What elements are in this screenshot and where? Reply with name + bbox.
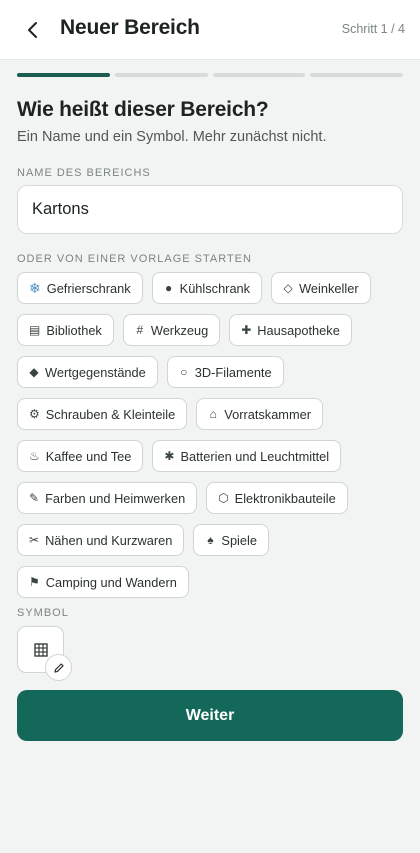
- app-header: Neuer Bereich Schritt 1 / 4: [0, 0, 420, 60]
- symbol-label: SYMBOL: [17, 607, 69, 619]
- diamond-outline-icon: ◇: [283, 281, 293, 295]
- template-chip[interactable]: ◇ Weinkeller: [271, 272, 371, 304]
- template-chip[interactable]: ✱ Batterien und Leuchtmittel: [152, 440, 342, 472]
- snowflake-icon: ❄: [29, 279, 41, 296]
- back-button[interactable]: [18, 16, 48, 44]
- dot-icon: ●: [165, 281, 173, 295]
- template-chip-list: ❄ Gefrierschrank ● Kühlschrank ◇ Weinkeller ▤ B…: [17, 272, 407, 598]
- template-chip-label: Farben und Heimwerken: [45, 490, 186, 506]
- question-title: Wie heißt dieser Bereich?: [17, 98, 269, 121]
- spade-icon: ♠: [207, 533, 214, 547]
- progress-segment: [17, 73, 110, 77]
- template-chip[interactable]: ○ 3D-Filamente: [166, 356, 284, 388]
- progress-segment: [114, 73, 208, 77]
- template-chip[interactable]: ✎ Farben und Heimwerken: [17, 482, 198, 514]
- template-chip-label: Schrauben & Kleinteile: [45, 406, 176, 422]
- template-chip-label: Gefrierschrank: [46, 280, 131, 296]
- template-chip-label: Weinkeller: [299, 280, 359, 296]
- grid-icon: [33, 642, 48, 657]
- progress-segment: [310, 73, 403, 77]
- template-chip-label: Nähen und Kurzwaren: [45, 532, 173, 548]
- chevron-left-icon: [28, 22, 37, 38]
- template-chip-label: Vorratskammer: [224, 406, 312, 422]
- hot-drink-icon: ♨: [29, 449, 40, 463]
- templates-label: ODER VON EINER VORLAGE STARTEN: [17, 253, 252, 265]
- cross-icon: ✚: [241, 323, 252, 337]
- asterisk-icon: ✱: [164, 449, 175, 463]
- edit-symbol-button[interactable]: [45, 654, 72, 681]
- next-button[interactable]: Weiter: [17, 690, 403, 741]
- template-chip-label: Wertgegenstände: [45, 364, 146, 380]
- template-chip-label: Werkzeug: [150, 322, 209, 338]
- template-chip[interactable]: ⚑ Camping und Wandern: [17, 566, 189, 598]
- template-chip-label: Kaffee und Tee: [45, 448, 132, 464]
- template-chip-label: Kühlschrank: [179, 280, 251, 296]
- flag-icon: ⚑: [29, 575, 40, 589]
- template-chip-label: 3D-Filamente: [194, 364, 272, 380]
- template-chip[interactable]: ✂ Nähen und Kurzwaren: [17, 524, 185, 556]
- pencil-icon: [53, 662, 64, 673]
- page-title: Neuer Bereich: [60, 16, 200, 39]
- question-subtitle: Ein Name und ein Symbol. Mehr zunächst n…: [17, 129, 327, 145]
- hash-icon: #: [136, 323, 144, 337]
- template-chip-label: Bibliothek: [46, 322, 102, 338]
- brush-icon: ✎: [29, 491, 40, 505]
- step-indicator: Schritt 1 / 4: [341, 22, 405, 36]
- template-chip[interactable]: ♠ Spiele: [193, 524, 269, 556]
- template-chip-label: Elektronikbauteile: [234, 490, 336, 506]
- template-chip[interactable]: ▤ Bibliothek: [17, 314, 114, 346]
- progress-bar: [17, 73, 403, 77]
- hexagon-icon: ⬡: [218, 491, 229, 505]
- circle-icon: ○: [180, 365, 188, 379]
- scissors-icon: ✂: [29, 533, 40, 547]
- template-chip-label: Hausapotheke: [257, 322, 340, 338]
- house-icon: ⌂: [209, 407, 217, 421]
- template-chip[interactable]: ◆ Wertgegenstände: [17, 356, 158, 388]
- progress-segment: [212, 73, 306, 77]
- template-chip[interactable]: ♨ Kaffee und Tee: [17, 440, 144, 472]
- template-chip-label: Camping und Wandern: [45, 574, 177, 590]
- template-chip[interactable]: ❄ Gefrierschrank: [17, 272, 143, 304]
- template-chip[interactable]: ● Kühlschrank: [151, 272, 263, 304]
- template-chip-label: Spiele: [221, 532, 257, 548]
- book-icon: ▤: [29, 323, 41, 337]
- template-chip[interactable]: ✚ Hausapotheke: [229, 314, 352, 346]
- gear-icon: ⚙: [29, 407, 40, 421]
- template-chip[interactable]: ⚙ Schrauben & Kleinteile: [17, 398, 188, 430]
- diamond-icon: ◆: [29, 365, 39, 379]
- template-chip[interactable]: ⬡ Elektronikbauteile: [206, 482, 348, 514]
- template-chip-label: Batterien und Leuchtmittel: [180, 448, 330, 464]
- name-field-label: NAME DES BEREICHS: [17, 167, 151, 179]
- area-name-input[interactable]: [17, 185, 403, 234]
- template-chip[interactable]: ⌂ Vorratskammer: [196, 398, 324, 430]
- template-chip[interactable]: # Werkzeug: [122, 314, 221, 346]
